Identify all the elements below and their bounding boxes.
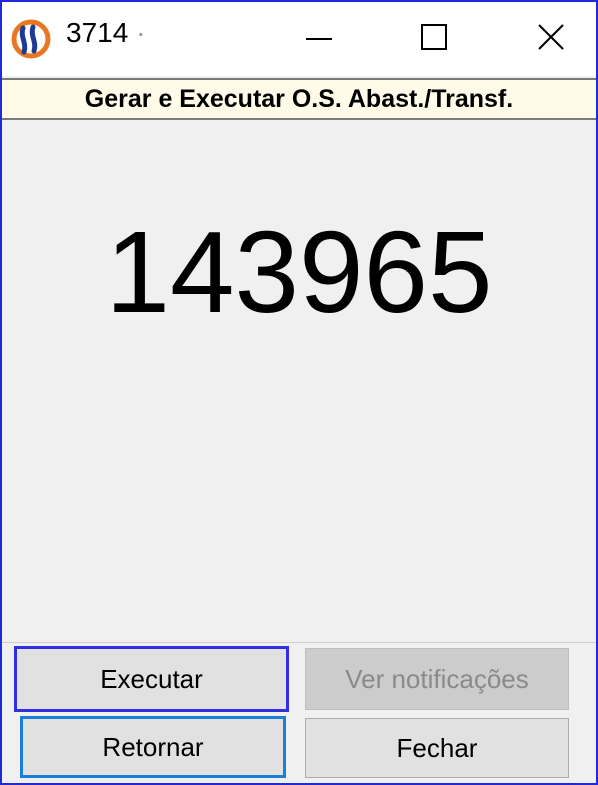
- maximize-icon: [420, 23, 448, 56]
- app-logo-icon[interactable]: [11, 19, 51, 59]
- title-bar[interactable]: 3714 ·: [2, 2, 596, 76]
- window-title: 3714 ·: [66, 17, 146, 48]
- close-icon: [537, 23, 565, 56]
- os-number: 143965: [105, 207, 493, 337]
- title-suffix: ·: [136, 17, 146, 48]
- content-area: [2, 122, 596, 642]
- retornar-button[interactable]: Retornar: [20, 716, 286, 778]
- app-window: 3714 · Gerar e Executar O.S. Abast./Tran…: [0, 0, 598, 785]
- close-button[interactable]: [506, 2, 596, 76]
- minimize-icon: [305, 23, 333, 56]
- executar-button[interactable]: Executar: [14, 646, 289, 712]
- screen-subtitle: Gerar e Executar O.S. Abast./Transf.: [2, 78, 596, 120]
- ver-notificacoes-button[interactable]: Ver notificações: [305, 648, 569, 710]
- maximize-button[interactable]: [389, 2, 479, 76]
- minimize-button[interactable]: [274, 2, 364, 76]
- fechar-button[interactable]: Fechar: [305, 718, 569, 778]
- footer-divider: [2, 642, 596, 643]
